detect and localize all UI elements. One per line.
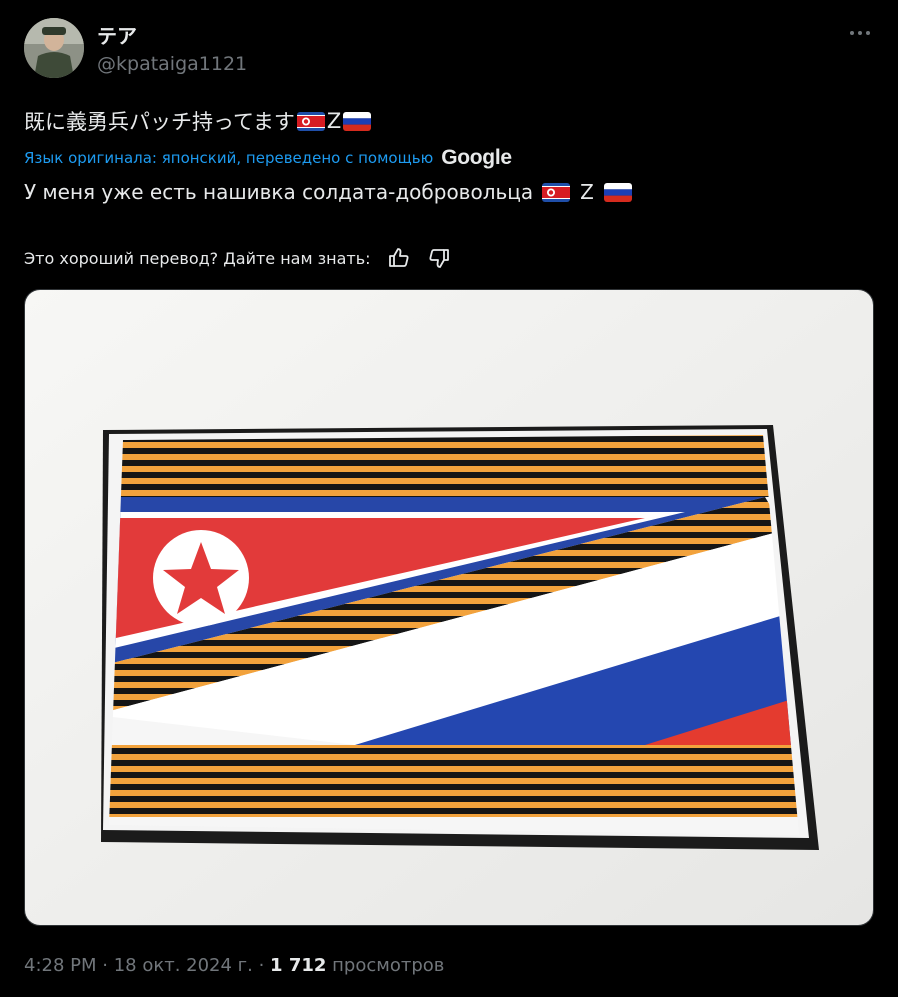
north-korea-flag-icon — [542, 182, 571, 202]
post-translated-body: У меня уже есть нашивка солдата-добровол… — [24, 180, 534, 204]
translation-note[interactable]: Язык оригинала: японский, переведено с п… — [24, 146, 512, 170]
post-translated-text: У меня уже есть нашивка солдата-добровол… — [24, 180, 634, 204]
post-meta: 4:28 PM · 18 окт. 2024 г. · 1 712 просмо… — [24, 955, 444, 976]
post-translated-z: Z — [580, 180, 594, 204]
more-icon[interactable] — [846, 22, 874, 44]
thumbs-down-icon[interactable] — [427, 246, 451, 270]
display-name[interactable]: テア — [97, 20, 137, 49]
views-label: просмотров — [332, 955, 445, 976]
avatar[interactable] — [24, 18, 84, 78]
post-original-z: Z — [326, 109, 342, 133]
google-logo: Google — [441, 146, 512, 169]
russia-flag-icon — [343, 111, 372, 131]
post-image[interactable] — [24, 289, 874, 926]
russia-flag-icon — [603, 182, 632, 202]
post-timestamp[interactable]: 4:28 PM · 18 окт. 2024 г. · — [24, 955, 264, 976]
post-original-text: 既に義勇兵パッチ持ってます Z — [24, 106, 373, 136]
feedback-prompt: Это хороший перевод? Дайте нам знать: — [24, 248, 371, 268]
user-handle[interactable]: @kpataiga1121 — [97, 53, 247, 75]
translation-feedback: Это хороший перевод? Дайте нам знать: — [24, 246, 451, 270]
north-korea-flag-icon — [296, 111, 325, 131]
thumbs-up-icon[interactable] — [387, 246, 411, 270]
post-original-body: 既に義勇兵パッチ持ってます — [24, 110, 295, 134]
views-count: 1 712 — [270, 955, 327, 976]
translation-note-text: Язык оригинала: японский, переведено с п… — [24, 149, 434, 167]
patch-photo — [25, 290, 873, 925]
